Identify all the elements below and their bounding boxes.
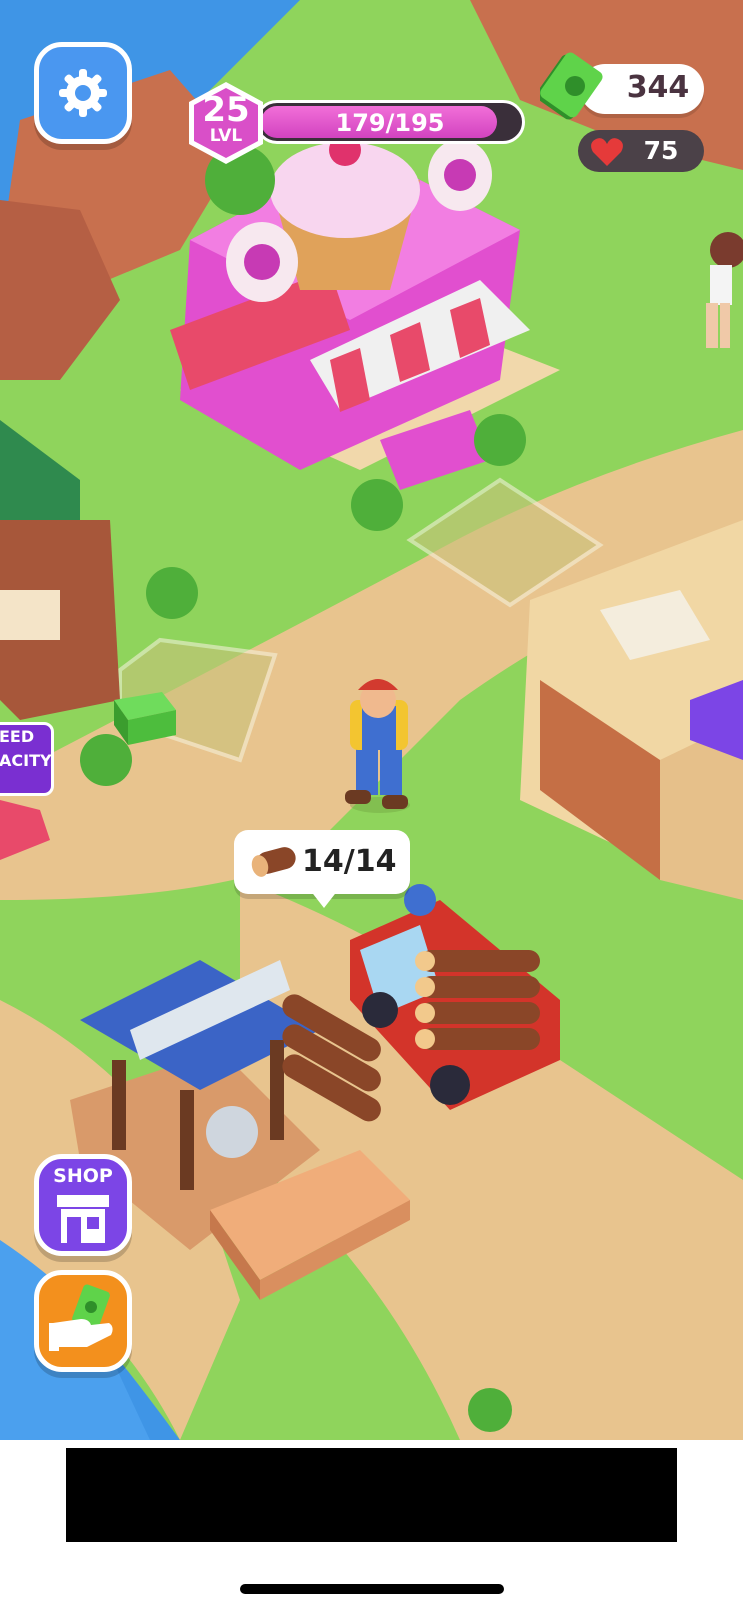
bubble-tail — [310, 890, 338, 908]
cash-stack-icon — [540, 52, 603, 120]
hand-cash-icon — [49, 1284, 113, 1351]
store-icon — [57, 1195, 109, 1243]
xp-progress-bar: 179/195 — [255, 100, 525, 144]
tag-line-1: EED — [0, 727, 35, 746]
level-badge: 25 LVL — [186, 80, 266, 166]
ad-banner-placeholder — [66, 1448, 677, 1542]
cash-offer-button[interactable] — [34, 1270, 132, 1372]
shop-button[interactable]: SHOP — [34, 1154, 132, 1256]
upgrade-speed-capacity-tag[interactable]: EED ACITY — [0, 722, 54, 796]
settings-button[interactable] — [34, 42, 132, 144]
hearts-value: 75 — [643, 136, 679, 165]
level-label: LVL — [209, 126, 243, 146]
home-indicator[interactable] — [240, 1584, 504, 1594]
heart-icon — [591, 138, 623, 166]
log-count: 14/14 — [302, 844, 397, 879]
log-icon — [251, 847, 296, 877]
gear-icon — [59, 69, 107, 117]
money-value: 344 — [626, 70, 690, 105]
shop-label: SHOP — [53, 1165, 113, 1187]
level-number: 25 — [202, 90, 250, 130]
tag-line-2: ACITY — [0, 751, 52, 770]
xp-text: 179/195 — [335, 109, 445, 137]
